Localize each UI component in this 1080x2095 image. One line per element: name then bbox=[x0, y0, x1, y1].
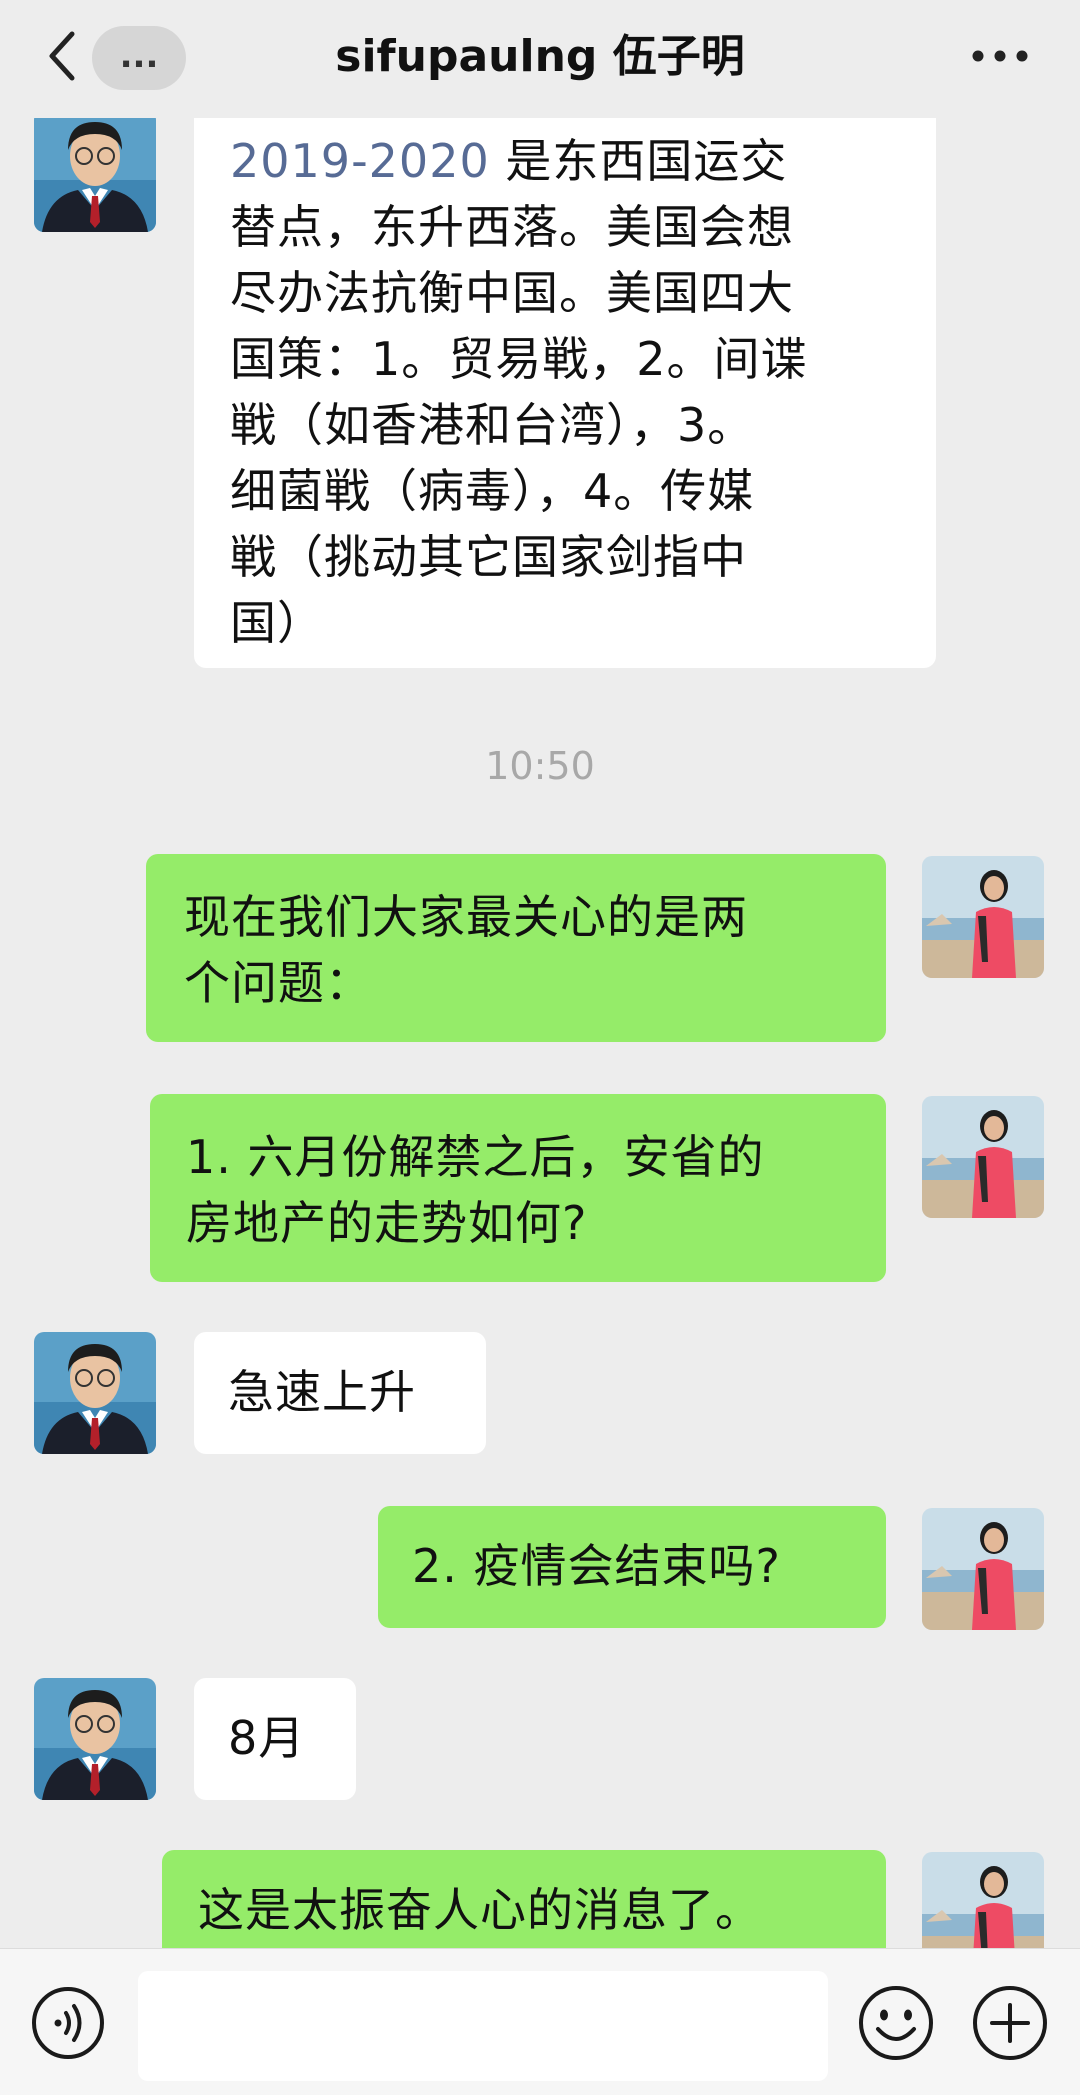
my-avatar[interactable] bbox=[922, 1508, 1044, 1630]
my-avatar[interactable] bbox=[922, 1852, 1044, 1948]
message-list[interactable]: 2019-2020 是东西国运交 替点，东升西落。美国会想 尽办法抗衡中国。美国… bbox=[0, 118, 1080, 1948]
back-button[interactable] bbox=[40, 26, 84, 86]
more-chats-button[interactable]: ... bbox=[92, 26, 186, 90]
my-avatar[interactable] bbox=[922, 856, 1044, 978]
plus-icon bbox=[973, 1986, 1047, 2060]
emoji-button[interactable] bbox=[856, 1983, 936, 2063]
message-text: 2. 疫情会结束吗? bbox=[412, 1539, 781, 1593]
message-timestamp: 10:50 bbox=[485, 744, 595, 788]
message-bubble-sent[interactable]: 2. 疫情会结束吗? bbox=[378, 1506, 886, 1628]
my-avatar[interactable] bbox=[922, 1096, 1044, 1218]
chat-header: ... sifupaulng 伍子明 bbox=[0, 0, 1080, 118]
chat-menu-button[interactable] bbox=[968, 36, 1032, 76]
year-range-text: 2019-2020 bbox=[230, 134, 490, 188]
chat-title: sifupaulng 伍子明 bbox=[335, 31, 745, 82]
message-text: 8月 bbox=[228, 1711, 306, 1765]
message-text: 这是太振奋人心的消息了。 bbox=[198, 1883, 762, 1937]
message-text: 1. 六月份解禁之后，安省的 房地产的走势如何? bbox=[186, 1130, 765, 1250]
message-text: 急速上升 bbox=[228, 1365, 416, 1419]
more-horizontal-icon bbox=[972, 50, 1028, 62]
emoji-icon bbox=[859, 1986, 933, 2060]
message-bubble-sent[interactable]: 现在我们大家最关心的是两 个问题： bbox=[146, 854, 886, 1042]
contact-avatar[interactable] bbox=[34, 118, 156, 232]
chevron-left-icon bbox=[49, 31, 75, 81]
more-actions-button[interactable] bbox=[970, 1983, 1050, 2063]
contact-avatar[interactable] bbox=[34, 1678, 156, 1800]
message-text: 现在我们大家最关心的是两 个问题： bbox=[184, 890, 748, 1010]
voice-button[interactable] bbox=[30, 1985, 106, 2061]
message-text-input[interactable] bbox=[138, 1971, 828, 2081]
message-input-bar bbox=[0, 1948, 1080, 2095]
message-bubble-received[interactable]: 2019-2020 是东西国运交 替点，东升西落。美国会想 尽办法抗衡中国。美国… bbox=[194, 118, 936, 668]
voice-icon bbox=[32, 1987, 104, 2059]
message-bubble-received[interactable]: 急速上升 bbox=[194, 1332, 486, 1454]
message-bubble-sent[interactable]: 这是太振奋人心的消息了。 bbox=[162, 1850, 886, 1948]
message-bubble-sent[interactable]: 1. 六月份解禁之后，安省的 房地产的走势如何? bbox=[150, 1094, 886, 1282]
message-text: 是东西国运交 替点，东升西落。美国会想 尽办法抗衡中国。美国四大 国策：1。贸易… bbox=[230, 134, 808, 650]
contact-avatar[interactable] bbox=[34, 1332, 156, 1454]
message-bubble-received[interactable]: 8月 bbox=[194, 1678, 356, 1800]
